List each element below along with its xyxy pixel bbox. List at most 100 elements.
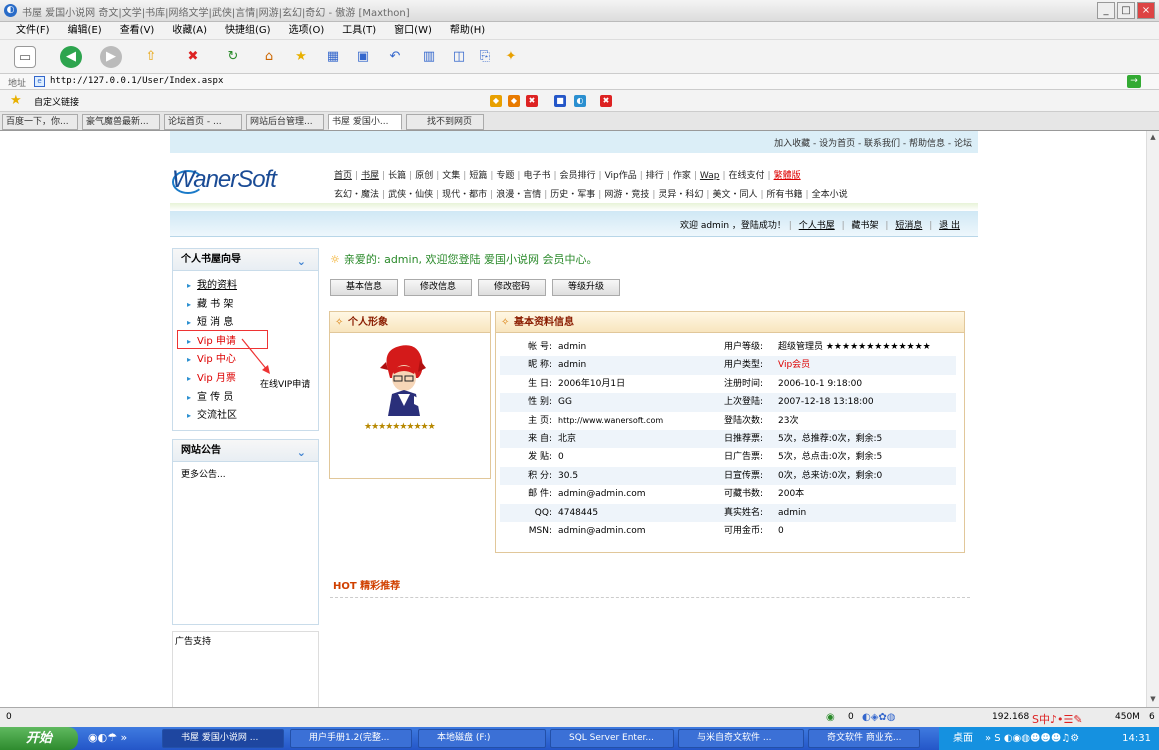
task-disk[interactable]: 本地磁盘 (F:): [418, 729, 546, 748]
nav-authors[interactable]: 作家: [673, 171, 691, 181]
nav-pay[interactable]: 在线支付: [729, 171, 765, 181]
address-input[interactable]: http://127.0.0.1/User/Index.aspx: [50, 76, 223, 86]
nav-home[interactable]: 首页: [334, 171, 352, 181]
nav-shuwu[interactable]: 书屋: [361, 171, 379, 181]
forward-icon[interactable]: ▶: [100, 46, 122, 68]
undo-icon[interactable]: ↶: [384, 46, 406, 68]
plugin-icon-3[interactable]: ✖: [526, 95, 538, 107]
genre-history[interactable]: 历史・军事: [550, 190, 595, 200]
scroll-up-icon[interactable]: ▲: [1148, 133, 1158, 143]
plugin-icon-2[interactable]: ◆: [508, 95, 520, 107]
quicklaunch-icons[interactable]: ◉◐☂ »: [88, 731, 127, 744]
nav-traditional[interactable]: 繁體版: [774, 171, 801, 181]
desktop-toolbar[interactable]: 桌面: [953, 727, 973, 750]
genre-fantasy[interactable]: 玄幻・魔法: [334, 190, 379, 200]
maximize-button[interactable]: □: [1117, 2, 1135, 19]
genre-game[interactable]: 网游・竞技: [604, 190, 649, 200]
menu-window[interactable]: 窗口(W): [385, 22, 441, 40]
site-logo[interactable]: WanerSoft: [172, 162, 312, 202]
menu-tools[interactable]: 工具(T): [333, 22, 385, 40]
link-bookshelf[interactable]: 藏书架: [852, 221, 879, 231]
tray-icons[interactable]: » S ◐◉◍☻☻☻♫⚙: [985, 727, 1079, 750]
tab-notfound[interactable]: 找不到网页: [406, 114, 484, 130]
nav-vip[interactable]: Vip作品: [605, 171, 637, 181]
favorites-star-icon[interactable]: ★: [290, 46, 312, 68]
link-messages[interactable]: 短消息: [895, 221, 922, 231]
collapse-chevron-icon[interactable]: ⌄: [297, 251, 306, 273]
nav-member-rank[interactable]: 会员排行: [560, 171, 596, 181]
home-icon[interactable]: ⌂: [258, 46, 280, 68]
groups-icon[interactable]: ▦: [322, 46, 344, 68]
page-tool-icon[interactable]: ⎘: [474, 46, 496, 68]
back-icon[interactable]: ◀: [60, 46, 82, 68]
tab-baidu[interactable]: 百度一下，你...: [2, 114, 78, 130]
menu-options[interactable]: 选项(O): [280, 22, 334, 40]
genre-romance[interactable]: 浪漫・言情: [496, 190, 541, 200]
link-logout[interactable]: 退 出: [939, 221, 960, 231]
plugin-icon-5[interactable]: ◐: [574, 95, 586, 107]
task-qiwen-business[interactable]: 奇文软件 商业充...: [808, 729, 920, 748]
nav-topics[interactable]: 专题: [496, 171, 514, 181]
nav-short[interactable]: 短篇: [469, 171, 487, 181]
close-button[interactable]: ×: [1137, 2, 1155, 19]
task-sqlserver[interactable]: SQL Server Enter...: [550, 729, 674, 748]
vertical-scrollbar[interactable]: ▲ ▼: [1146, 131, 1159, 707]
genre-all[interactable]: 所有书籍: [767, 190, 803, 200]
task-qiwen[interactable]: 与米自奇文软件 ...: [678, 729, 804, 748]
notice-more[interactable]: 更多公告...: [173, 462, 318, 485]
split-view-icon[interactable]: ◫: [448, 46, 470, 68]
genre-wuxia[interactable]: 武侠・仙侠: [388, 190, 433, 200]
task-shuwu[interactable]: 书屋 爱国小说网 ...: [162, 729, 284, 748]
collapse-chevron-icon[interactable]: ⌄: [297, 442, 306, 464]
status-bar: 0 ◉ 0 ◐◈✿◍ 192.168 S中♪•☰✎ 450M 6: [0, 707, 1159, 727]
plugin-icon-1[interactable]: ◆: [490, 95, 502, 107]
tab-admin[interactable]: 网站后台管理...: [246, 114, 324, 130]
nav-long[interactable]: 长篇: [388, 171, 406, 181]
start-button[interactable]: 开始: [0, 727, 78, 750]
menu-groups[interactable]: 快捷组(G): [216, 22, 280, 40]
nav-wap[interactable]: Wap: [700, 171, 720, 181]
tab-forum[interactable]: 论坛首页 - ...: [164, 114, 242, 130]
sidebar-item-profile[interactable]: 我的资料: [187, 277, 318, 296]
genre-urban[interactable]: 现代・都市: [442, 190, 487, 200]
custom-links[interactable]: 自定义链接: [34, 95, 79, 108]
genre-scifi[interactable]: 灵异・科幻: [658, 190, 703, 200]
nav-essays[interactable]: 文集: [442, 171, 460, 181]
scroll-down-icon[interactable]: ▼: [1148, 695, 1158, 705]
sidebar-item-promoter[interactable]: 宣 传 员: [187, 389, 318, 408]
tab-shuwu[interactable]: 书屋 爱国小...: [328, 114, 402, 130]
ime-icon[interactable]: S中♪•☰✎: [1032, 711, 1083, 727]
task-manual[interactable]: 用户手册1.2(完整...: [290, 729, 412, 748]
edit-info-button[interactable]: 修改信息: [404, 279, 472, 296]
minimize-button[interactable]: _: [1097, 2, 1115, 19]
tab-game[interactable]: 豪气魔兽最新...: [82, 114, 160, 130]
menu-view[interactable]: 查看(V): [111, 22, 164, 40]
columns-icon[interactable]: ▥: [418, 46, 440, 68]
basic-info-button[interactable]: 基本信息: [330, 279, 398, 296]
up-icon[interactable]: ⇧: [140, 46, 162, 68]
nav-ebook[interactable]: 电子书: [523, 171, 550, 181]
menu-favorites[interactable]: 收藏(A): [163, 22, 216, 40]
plugin-icon-6[interactable]: ✖: [600, 95, 612, 107]
nav-original[interactable]: 原创: [415, 171, 433, 181]
link-personal-shuwu[interactable]: 个人书屋: [799, 221, 835, 231]
genre-complete[interactable]: 全本小说: [812, 190, 848, 200]
upgrade-level-button[interactable]: 等级升级: [552, 279, 620, 296]
menu-help[interactable]: 帮助(H): [441, 22, 494, 40]
new-page-icon[interactable]: ▭: [14, 46, 36, 68]
top-links[interactable]: 加入收藏 - 设为首页 - 联系我们 - 帮助信息 - 论坛: [774, 136, 972, 149]
plugin-icon[interactable]: ✦: [500, 46, 522, 68]
refresh-icon[interactable]: ↻: [222, 46, 244, 68]
sidebar-item-bookshelf[interactable]: 藏 书 架: [187, 296, 318, 315]
change-password-button[interactable]: 修改密码: [478, 279, 546, 296]
stop-icon[interactable]: ✖: [182, 46, 204, 68]
menu-file[interactable]: 文件(F): [0, 22, 59, 40]
genre-fan[interactable]: 美文・同人: [712, 190, 757, 200]
plugin-icon-4[interactable]: ■: [554, 95, 566, 107]
go-icon[interactable]: →: [1127, 75, 1141, 88]
menu-edit[interactable]: 编辑(E): [59, 22, 111, 40]
screenshot-icon[interactable]: ▣: [352, 46, 374, 68]
nav-ranking[interactable]: 排行: [646, 171, 664, 181]
sidebar-item-community[interactable]: 交流社区: [187, 407, 318, 426]
favorites-star-icon[interactable]: ★: [10, 93, 22, 108]
